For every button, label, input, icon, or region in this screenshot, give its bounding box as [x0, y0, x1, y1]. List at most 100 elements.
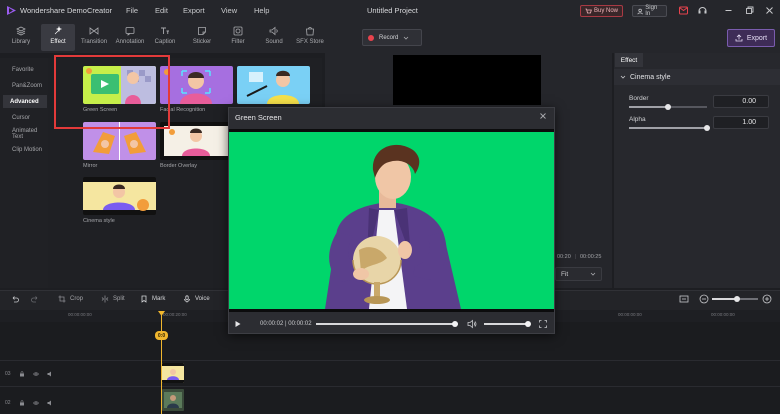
- category-animated-text[interactable]: Animated Text: [5, 127, 47, 140]
- fit-timeline-icon[interactable]: [679, 294, 689, 304]
- volume-icon[interactable]: [467, 319, 477, 329]
- message-icon[interactable]: [678, 5, 689, 16]
- volume-slider[interactable]: [484, 321, 531, 327]
- tool-effect[interactable]: Effect: [41, 24, 75, 51]
- redo-icon: [31, 296, 38, 303]
- crop-icon: [58, 295, 66, 303]
- category-pan-zoom[interactable]: Pan&Zoom: [5, 79, 47, 92]
- properties-panel: [614, 53, 780, 288]
- fit-dropdown[interactable]: Fit: [555, 267, 602, 281]
- eye-icon[interactable]: [32, 371, 39, 377]
- sign-in-button[interactable]: Sign In: [632, 5, 667, 17]
- seek-bar-knob[interactable]: [452, 321, 458, 327]
- project-title: Untitled Project: [367, 6, 418, 15]
- track-number: 03: [5, 371, 11, 377]
- tool-transition[interactable]: Transition: [77, 24, 111, 51]
- tool-caption-label: Caption: [154, 39, 176, 45]
- zoom-in-icon[interactable]: [762, 294, 772, 304]
- cinema-style-title: Cinema style: [630, 73, 671, 81]
- eye-icon[interactable]: [32, 400, 39, 406]
- minimize-icon[interactable]: [723, 5, 734, 16]
- playhead-handle[interactable]: 0:0: [155, 331, 168, 340]
- menu-file[interactable]: File: [126, 6, 138, 15]
- annotation-icon: [125, 27, 135, 36]
- split-label: Split: [113, 296, 125, 302]
- export-button[interactable]: Export: [727, 29, 775, 47]
- tool-filter[interactable]: Filter: [221, 24, 255, 51]
- volume-slider-knob[interactable]: [525, 321, 531, 327]
- alpha-slider-fill: [629, 127, 707, 129]
- effect-thumb-border-overlay[interactable]: [160, 122, 233, 160]
- tool-sticker[interactable]: Sticker: [185, 24, 219, 51]
- popup-close-icon[interactable]: [538, 111, 548, 121]
- cart-icon: [585, 8, 592, 13]
- effect-label-cinema-style: Cinema style: [83, 218, 115, 224]
- cinema-style-section[interactable]: Cinema style: [614, 69, 780, 85]
- redo-button[interactable]: [31, 295, 39, 303]
- crop-button[interactable]: Crop: [58, 295, 83, 303]
- tool-caption[interactable]: Caption: [148, 24, 182, 51]
- support-icon[interactable]: [697, 5, 708, 16]
- sfx-store-icon: [306, 27, 314, 36]
- menu-edit[interactable]: Edit: [155, 6, 168, 15]
- split-button[interactable]: Split: [101, 295, 125, 303]
- green-screen-video: [229, 129, 554, 312]
- tool-sound[interactable]: Sound: [257, 24, 291, 51]
- menu-help[interactable]: Help: [254, 6, 269, 15]
- ruler-tick: 00:00:00:00: [711, 312, 735, 317]
- undo-button[interactable]: [11, 295, 19, 303]
- lock-icon[interactable]: [19, 400, 25, 406]
- seek-bar[interactable]: [316, 321, 458, 327]
- effect-thumb-3[interactable]: [237, 66, 310, 104]
- lock-icon[interactable]: [19, 371, 25, 377]
- effect-thumb-facial-recognition[interactable]: [160, 66, 233, 104]
- border-slider-knob[interactable]: [665, 104, 671, 110]
- playhead-line[interactable]: [161, 314, 162, 414]
- tool-filter-label: Filter: [231, 39, 245, 45]
- tool-sfx-store[interactable]: SFX Store: [293, 24, 327, 51]
- zoom-slider[interactable]: [712, 296, 758, 302]
- menu-view[interactable]: View: [221, 6, 237, 15]
- popup-title: Green Screen: [235, 113, 282, 122]
- tool-library[interactable]: Library: [4, 24, 38, 51]
- preview-total-time: 00:00:25: [580, 254, 602, 260]
- alpha-slider[interactable]: [629, 125, 710, 131]
- chevron-down-icon: [404, 36, 409, 40]
- tool-sticker-label: Sticker: [192, 39, 212, 45]
- maximize-icon[interactable]: [744, 5, 755, 16]
- alpha-slider-knob[interactable]: [704, 125, 710, 131]
- buy-now-button[interactable]: Buy Now: [580, 5, 623, 17]
- sign-in-label: Sign In: [645, 5, 658, 17]
- timeline-clip-video[interactable]: [162, 389, 184, 411]
- record-label: Record: [379, 34, 399, 41]
- category-clip-motion[interactable]: Clip Motion: [5, 143, 47, 156]
- speaker-icon[interactable]: [47, 400, 53, 406]
- effect-thumb-cinema-style[interactable]: [83, 177, 156, 215]
- export-label: Export: [746, 34, 768, 42]
- alpha-label: Alpha: [629, 116, 646, 123]
- category-cursor[interactable]: Cursor: [5, 111, 47, 124]
- tab-effect[interactable]: Effect: [615, 53, 643, 67]
- voice-button[interactable]: Voice: [183, 295, 210, 303]
- zoom-out-icon[interactable]: [699, 294, 709, 304]
- export-icon: [735, 34, 743, 42]
- speaker-icon[interactable]: [47, 371, 53, 377]
- menu-export[interactable]: Export: [183, 6, 205, 15]
- undo-icon: [12, 296, 19, 303]
- timeline-clip-cinema[interactable]: [162, 363, 184, 383]
- border-value-field[interactable]: 0.00: [713, 95, 769, 108]
- record-button[interactable]: Record: [362, 29, 422, 46]
- crop-label: Crop: [70, 296, 84, 302]
- tool-annotation[interactable]: Annotation: [113, 24, 147, 51]
- ruler-tick: 00:00:00:00: [618, 312, 642, 317]
- close-window-icon[interactable]: [764, 5, 775, 16]
- mark-button[interactable]: Mark: [140, 295, 165, 303]
- border-slider[interactable]: [629, 104, 707, 110]
- fullscreen-icon[interactable]: [538, 319, 548, 329]
- play-icon[interactable]: [234, 320, 242, 328]
- zoom-slider-knob[interactable]: [734, 296, 740, 302]
- track-divider: [0, 386, 780, 387]
- category-advanced[interactable]: Advanced: [3, 95, 47, 108]
- alpha-value-field[interactable]: 1.00: [713, 116, 769, 129]
- category-favorite[interactable]: Favorite: [5, 63, 47, 76]
